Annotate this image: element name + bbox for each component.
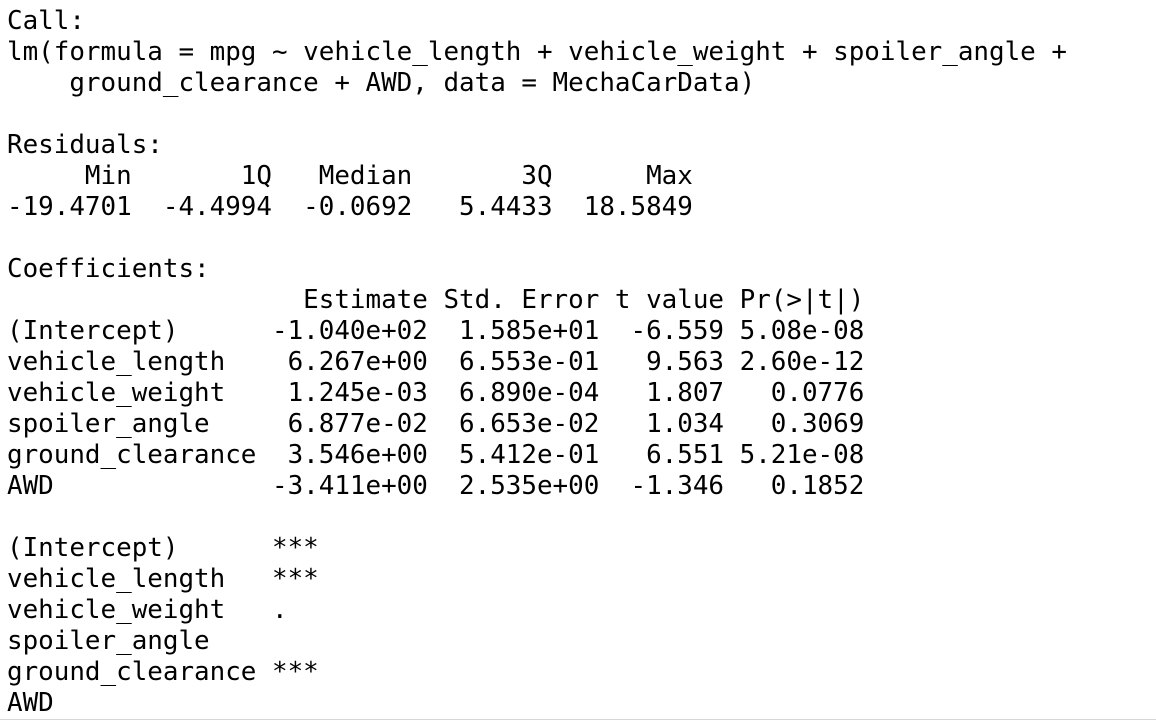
coefficients-column-headers: Estimate Std. Error t value Pr(>|t|) [7,285,865,315]
residuals-values: -19.4701 -4.4994 -0.0692 5.4433 18.5849 [7,192,709,222]
coefficient-row-awd: AWD -3.411e+00 2.535e+00 -1.346 0.1852 [7,471,865,501]
coefficient-row-vehicle-length: vehicle_length 6.267e+00 6.553e-01 9.563… [7,347,865,377]
residuals-header: Residuals: [7,130,163,160]
coefficients-header: Coefficients: [7,254,210,284]
significance-row-intercept: (Intercept) *** [7,533,319,563]
r-console-output: Call: lm(formula = mpg ~ vehicle_length +… [7,6,1083,719]
significance-row-ground-clearance: ground_clearance *** [7,657,319,687]
significance-row-spoiler-angle: spoiler_angle [7,626,319,656]
coefficient-row-ground-clearance: ground_clearance 3.546e+00 5.412e-01 6.5… [7,440,865,470]
significance-row-awd: AWD [7,688,319,718]
significance-row-vehicle-length: vehicle_length *** [7,564,319,594]
coefficient-row-vehicle-weight: vehicle_weight 1.245e-03 6.890e-04 1.807… [7,378,865,408]
call-formula-line-2: ground_clearance + AWD, data = MechaCarD… [7,68,756,98]
call-formula-line-1: lm(formula = mpg ~ vehicle_length + vehi… [7,37,1083,67]
significance-row-vehicle-weight: vehicle_weight . [7,595,319,625]
call-header: Call: [7,6,85,36]
residuals-column-headers: Min 1Q Median 3Q Max [7,161,709,191]
coefficient-row-intercept: (Intercept) -1.040e+02 1.585e+01 -6.559 … [7,316,865,346]
panel-bottom-border [0,719,1156,720]
coefficient-row-spoiler-angle: spoiler_angle 6.877e-02 6.653e-02 1.034 … [7,409,865,439]
